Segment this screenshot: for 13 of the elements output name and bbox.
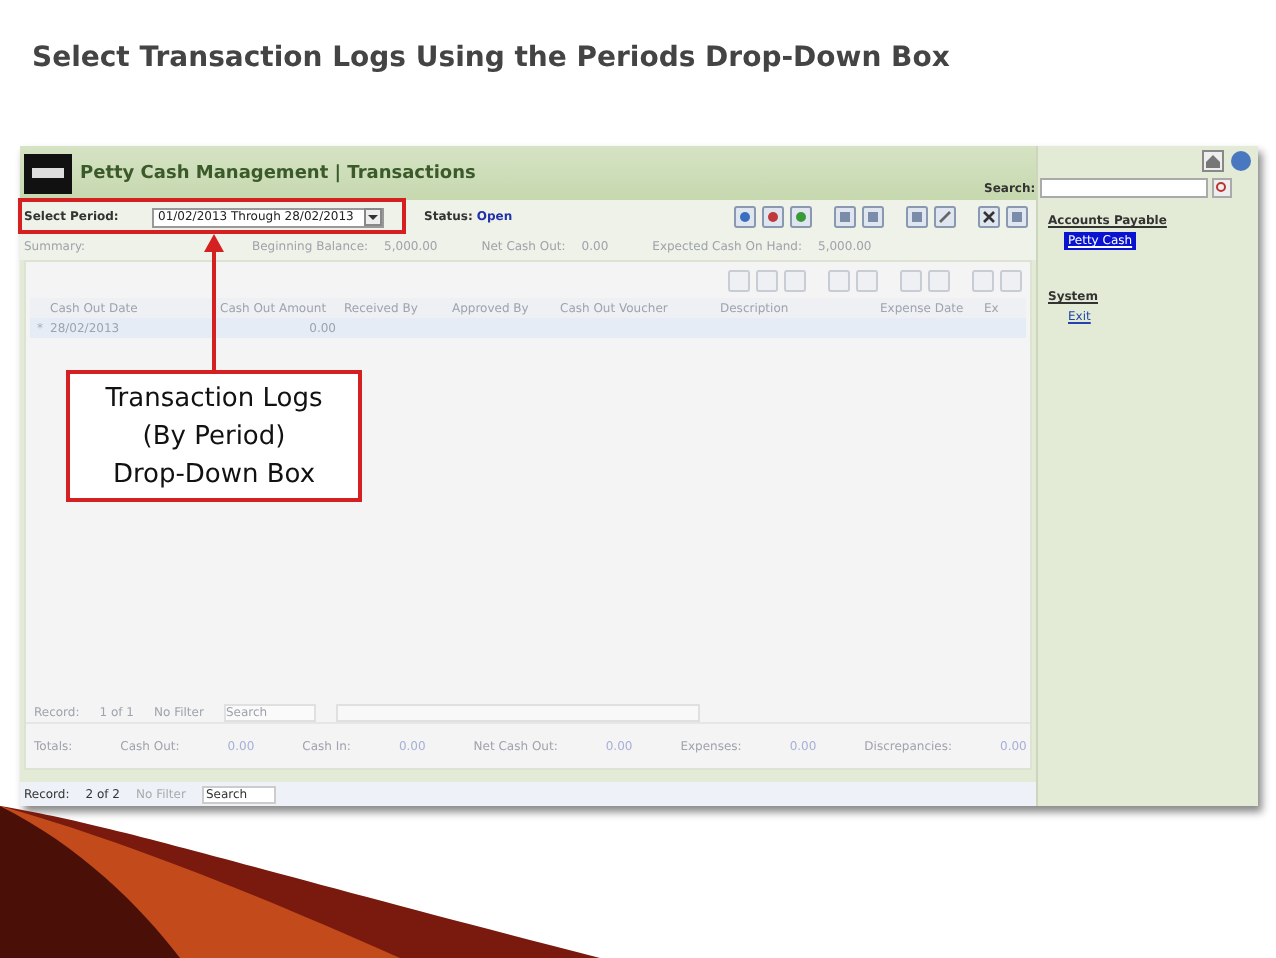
toolbar-icon[interactable] <box>762 206 784 228</box>
dropdown-caret-icon[interactable] <box>364 208 382 226</box>
home-icon[interactable] <box>1202 150 1224 172</box>
slide-title: Select Transaction Logs Using the Periods Drop-Down Box <box>30 40 952 78</box>
toolbar-icon[interactable] <box>978 206 1000 228</box>
pointer-arrow <box>204 234 224 370</box>
search-icon[interactable] <box>1211 178 1232 198</box>
horizontal-scrollbar[interactable] <box>335 703 700 721</box>
callout-text: Transaction Logs (By Period) Drop-Down Box <box>66 370 362 502</box>
window-title: Petty Cash Management | Transactions <box>80 163 476 183</box>
toolbar-icon[interactable] <box>934 206 956 228</box>
search-field[interactable] <box>1039 178 1208 198</box>
logo-icon <box>24 153 72 193</box>
